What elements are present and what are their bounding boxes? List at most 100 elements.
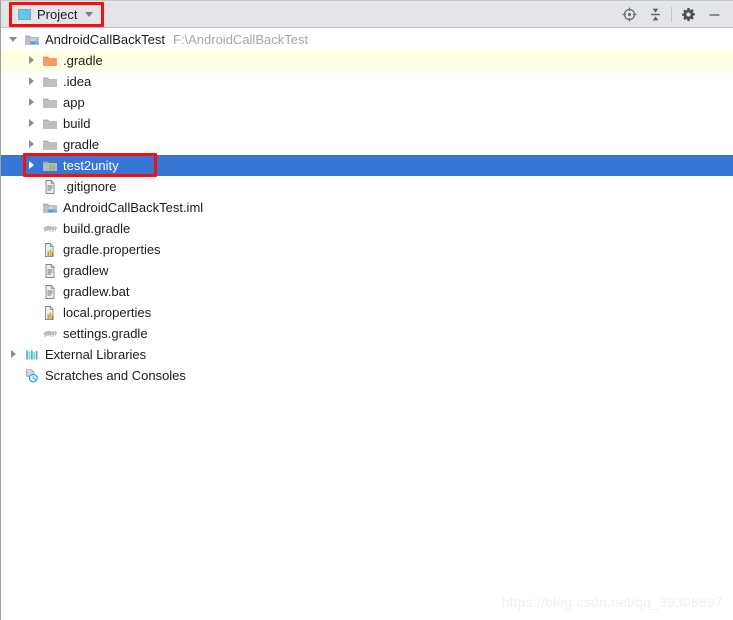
folder-orange-icon bbox=[43, 56, 57, 66]
tree-icon-wrap bbox=[42, 326, 58, 342]
tree-item-label: build bbox=[63, 116, 91, 131]
tree-row-build-gradle[interactable]: build.gradle bbox=[1, 218, 733, 239]
tree-row--idea[interactable]: .idea bbox=[1, 71, 733, 92]
chevron-right-icon[interactable] bbox=[27, 119, 36, 128]
text-file-icon bbox=[45, 179, 55, 194]
tree-item-label: build.gradle bbox=[63, 221, 131, 236]
tree-row-androidcallbacktest-iml[interactable]: AndroidCallBackTest.iml bbox=[1, 197, 733, 218]
tree-icon-wrap bbox=[42, 179, 58, 195]
tree-item-label: AndroidCallBackTest bbox=[45, 32, 165, 47]
tree-row-build[interactable]: build bbox=[1, 113, 733, 134]
chevron-right-icon[interactable] bbox=[27, 98, 36, 107]
tree-row-external-libraries[interactable]: External Libraries bbox=[1, 344, 733, 365]
tree-icon-wrap bbox=[42, 221, 58, 237]
tree-item-path: F:\AndroidCallBackTest bbox=[172, 32, 309, 47]
tree-row-local-properties[interactable]: local.properties bbox=[1, 302, 733, 323]
collapse-all-button[interactable] bbox=[642, 2, 668, 28]
settings-button[interactable] bbox=[675, 2, 701, 28]
hide-button[interactable] bbox=[701, 2, 727, 28]
tree-arrow-placeholder bbox=[27, 203, 36, 212]
select-opened-file-button[interactable] bbox=[616, 2, 642, 28]
tree-icon-wrap bbox=[42, 137, 58, 153]
tree-item-label: app bbox=[63, 95, 85, 110]
chevron-right-icon[interactable] bbox=[27, 161, 36, 170]
tree-row--gradle[interactable]: .gradle bbox=[1, 50, 733, 71]
tree-item-label: External Libraries bbox=[45, 347, 147, 362]
tree-row-app[interactable]: app bbox=[1, 92, 733, 113]
tree-item-label: .idea bbox=[63, 74, 92, 89]
chevron-right-icon[interactable] bbox=[27, 140, 36, 149]
tree-item-label: local.properties bbox=[63, 305, 152, 320]
module-library-icon bbox=[43, 161, 57, 171]
properties-file-icon bbox=[44, 305, 54, 320]
tree-item-label: gradle.properties bbox=[63, 242, 161, 257]
module-java-icon bbox=[25, 35, 39, 45]
tree-icon-wrap bbox=[42, 263, 58, 279]
folder-grey-icon bbox=[43, 119, 57, 129]
tree-arrow-placeholder bbox=[27, 266, 36, 275]
tree-item-label: gradlew.bat bbox=[63, 284, 130, 299]
tree-icon-wrap bbox=[42, 158, 58, 174]
collapse-all-icon bbox=[650, 8, 660, 21]
gradle-elephant-icon bbox=[43, 330, 57, 337]
tab-project[interactable]: Project bbox=[13, 4, 101, 25]
tree-arrow-placeholder bbox=[27, 182, 36, 191]
text-file-icon bbox=[45, 284, 55, 299]
tree-icon-wrap bbox=[42, 200, 58, 216]
tree-arrow-placeholder bbox=[27, 329, 36, 338]
select-opened-file-icon bbox=[622, 7, 636, 22]
project-panel-icon bbox=[18, 9, 31, 20]
project-tree[interactable]: AndroidCallBackTest F:\AndroidCallBackTes… bbox=[1, 29, 733, 620]
tree-row-scratches-and-consoles[interactable]: Scratches and Consoles bbox=[1, 365, 733, 386]
tree-icon-wrap bbox=[42, 116, 58, 132]
tree-arrow-placeholder bbox=[27, 224, 36, 233]
tree-row--gitignore[interactable]: .gitignore bbox=[1, 176, 733, 197]
hide-icon bbox=[709, 14, 719, 16]
tree-item-label: Scratches and Consoles bbox=[45, 368, 186, 383]
text-file-icon bbox=[45, 263, 55, 278]
tree-row-gradlew-bat[interactable]: gradlew.bat bbox=[1, 281, 733, 302]
folder-grey-icon bbox=[43, 77, 57, 87]
tree-row-test2unity[interactable]: test2unity bbox=[1, 155, 733, 176]
tree-item-label: test2unity bbox=[63, 158, 119, 173]
tree-icon-wrap bbox=[42, 284, 58, 300]
tree-icon-wrap bbox=[24, 32, 40, 48]
tree-item-label: .gitignore bbox=[63, 179, 117, 194]
tab-project-label: Project bbox=[37, 6, 78, 22]
tree-icon-wrap bbox=[42, 242, 58, 258]
tree-row-androidcallbacktest[interactable]: AndroidCallBackTest F:\AndroidCallBackTes… bbox=[1, 29, 733, 50]
tree-icon-wrap bbox=[42, 305, 58, 321]
chevron-right-icon[interactable] bbox=[27, 77, 36, 86]
tree-row-gradlew[interactable]: gradlew bbox=[1, 260, 733, 281]
settings-gear-icon bbox=[681, 7, 695, 22]
tool-window-toolbar bbox=[616, 1, 727, 28]
chevron-down-icon[interactable] bbox=[9, 35, 18, 44]
tree-arrow-placeholder bbox=[27, 287, 36, 296]
module-java-icon bbox=[43, 203, 57, 213]
gradle-elephant-icon bbox=[43, 225, 57, 232]
watermark-text: https://blog.csdn.net/qq_39308897 bbox=[501, 594, 723, 610]
tree-item-label: AndroidCallBackTest.iml bbox=[63, 200, 204, 215]
tree-icon-wrap bbox=[24, 347, 40, 363]
chevron-right-icon[interactable] bbox=[9, 350, 18, 359]
tree-icon-wrap bbox=[24, 368, 40, 384]
tree-row-gradle[interactable]: gradle bbox=[1, 134, 733, 155]
folder-grey-icon bbox=[43, 98, 57, 108]
tool-window-header: Project bbox=[1, 1, 733, 28]
tree-icon-wrap bbox=[42, 53, 58, 69]
tree-item-label: gradle bbox=[63, 137, 100, 152]
chevron-right-icon[interactable] bbox=[27, 56, 36, 65]
tree-arrow-placeholder bbox=[27, 308, 36, 317]
toolbar-separator bbox=[671, 7, 672, 22]
tree-item-label: settings.gradle bbox=[63, 326, 148, 341]
tree-row-settings-gradle[interactable]: settings.gradle bbox=[1, 323, 733, 344]
chevron-down-icon[interactable] bbox=[85, 12, 94, 17]
tree-item-label: .gradle bbox=[63, 53, 103, 68]
folder-grey-icon bbox=[43, 140, 57, 150]
tree-row-gradle-properties[interactable]: gradle.properties bbox=[1, 239, 733, 260]
tree-arrow-placeholder bbox=[9, 371, 18, 380]
tree-icon-wrap bbox=[42, 95, 58, 111]
tree-arrow-placeholder bbox=[27, 245, 36, 254]
tree-icon-wrap bbox=[42, 74, 58, 90]
project-tool-window: Project AndroidCallBackTest F:\AndroidCa… bbox=[0, 0, 733, 620]
